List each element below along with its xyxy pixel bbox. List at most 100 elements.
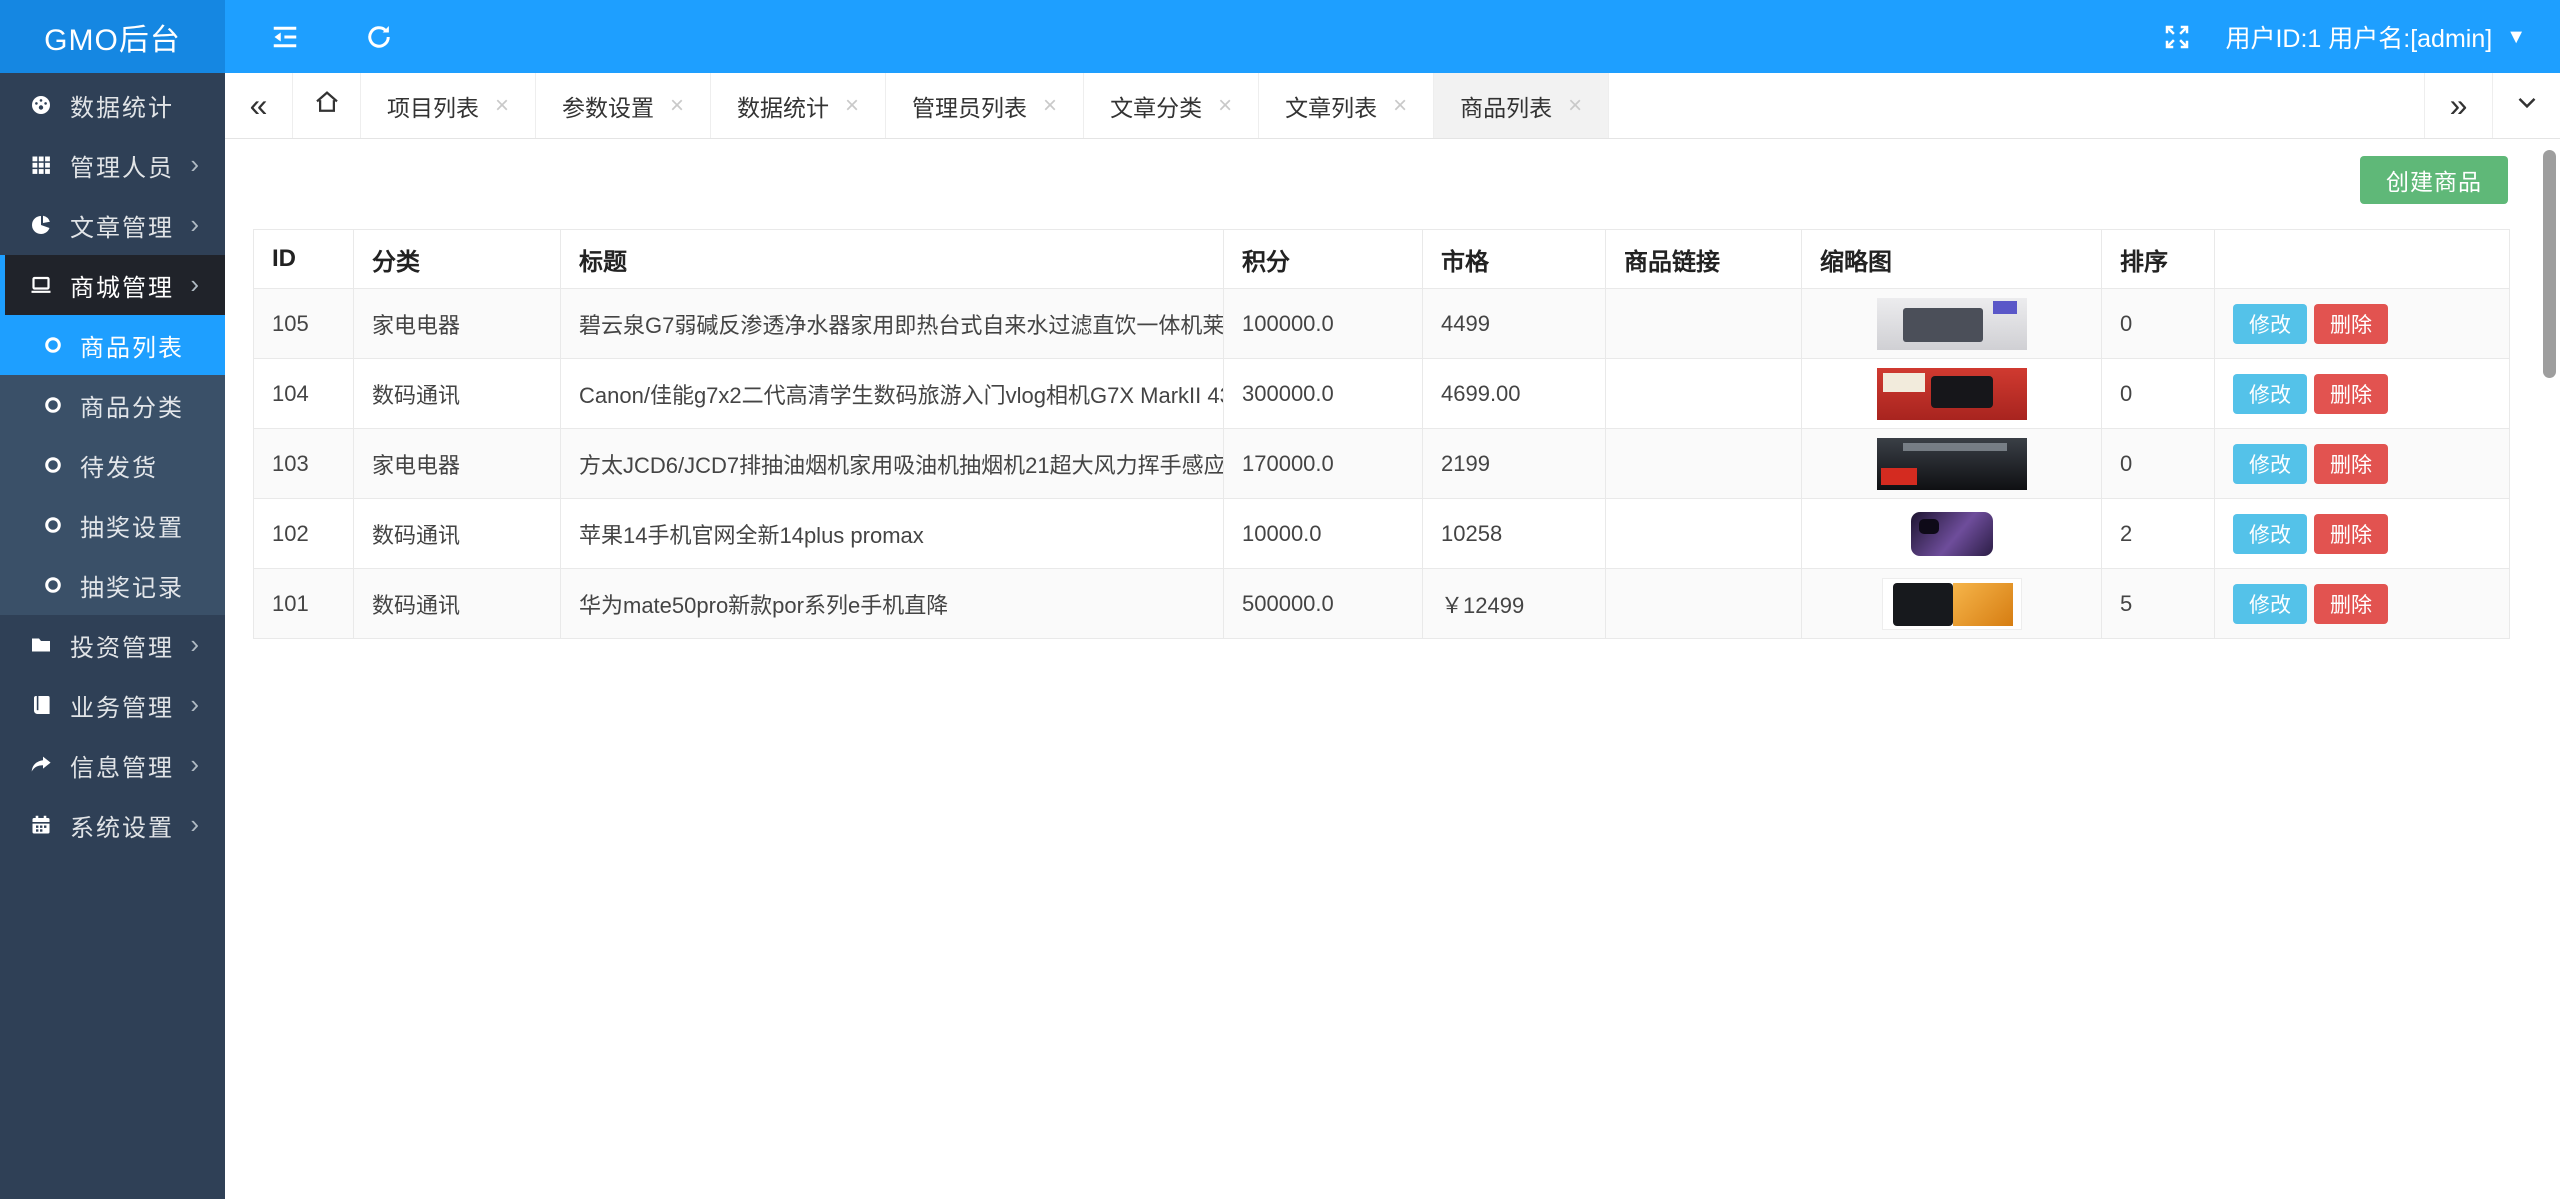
- cell-price: 4499: [1423, 289, 1606, 359]
- gauge-icon: [28, 92, 54, 118]
- chevron-right-icon: ›: [190, 151, 199, 177]
- cell-sort: 0: [2102, 429, 2215, 499]
- cell-title: 华为mate50pro新款por系列e手机直降: [561, 569, 1224, 639]
- sidebar-item-investment[interactable]: 投资管理 ›: [0, 615, 225, 675]
- tab-label: 项目列表: [387, 89, 479, 123]
- sidebar-item-system[interactable]: 系统设置 ›: [0, 795, 225, 855]
- cell-thumbnail: [1802, 289, 2102, 359]
- close-icon[interactable]: ×: [845, 94, 859, 118]
- sidebar-item-lottery-settings[interactable]: 抽奖设置: [0, 495, 225, 555]
- delete-button[interactable]: 删除: [2314, 514, 2388, 554]
- edit-button[interactable]: 修改: [2233, 584, 2307, 624]
- sidebar-item-articles[interactable]: 文章管理 ›: [0, 195, 225, 255]
- create-product-button[interactable]: 创建商品: [2360, 156, 2508, 204]
- chevron-right-icon: ›: [190, 631, 199, 657]
- sidebar-item-lottery-records[interactable]: 抽奖记录: [0, 555, 225, 615]
- thumb-layer: [1881, 468, 1917, 485]
- header-category: 分类: [354, 230, 561, 289]
- product-thumbnail: [1877, 298, 2027, 350]
- thumb-layer: [1993, 301, 2017, 314]
- tab-label: 商品列表: [1460, 89, 1552, 123]
- sidebar-item-product-category[interactable]: 商品分类: [0, 375, 225, 435]
- cell-sort: 5: [2102, 569, 2215, 639]
- pie-chart-icon: [28, 212, 54, 238]
- edit-button[interactable]: 修改: [2233, 514, 2307, 554]
- tab-article-category[interactable]: 文章分类 ×: [1084, 73, 1259, 138]
- sidebar-item-business[interactable]: 业务管理 ›: [0, 675, 225, 735]
- tab-project-list[interactable]: 项目列表 ×: [361, 73, 536, 138]
- cell-title: 苹果14手机官网全新14plus promax: [561, 499, 1224, 569]
- app-logo: GMO后台: [0, 0, 225, 73]
- grid-icon: [28, 152, 54, 178]
- cell-actions: 修改 删除: [2215, 359, 2510, 429]
- cell-thumbnail: [1802, 569, 2102, 639]
- product-table: ID 分类 标题 积分 市格 商品链接 缩略图 排序 105 家电电器 碧云泉G…: [253, 229, 2510, 639]
- close-icon[interactable]: ×: [1218, 94, 1232, 118]
- table-row: 101 数码通讯 华为mate50pro新款por系列e手机直降 500000.…: [254, 569, 2510, 639]
- tab-article-list[interactable]: 文章列表 ×: [1259, 73, 1434, 138]
- sidebar-item-admins[interactable]: 管理人员 ›: [0, 135, 225, 195]
- header-points: 积分: [1224, 230, 1423, 289]
- tab-product-list[interactable]: 商品列表 ×: [1434, 73, 1609, 138]
- cell-actions: 修改 删除: [2215, 429, 2510, 499]
- product-thumbnail: [1882, 578, 2022, 630]
- cell-product-link: [1606, 569, 1802, 639]
- sidebar-menu: 数据统计 管理人员 › 文章管理 › 商城管理: [0, 73, 225, 855]
- sidebar-item-label: 抽奖记录: [80, 568, 184, 603]
- tabs-menu-button[interactable]: [2492, 73, 2560, 138]
- collapse-sidebar-icon[interactable]: [267, 19, 303, 55]
- thumb-layer: [1903, 443, 2007, 451]
- cell-points: 100000.0: [1224, 289, 1423, 359]
- fullscreen-icon[interactable]: [2159, 19, 2195, 55]
- vertical-scrollbar[interactable]: [2543, 150, 2556, 378]
- delete-button[interactable]: 删除: [2314, 374, 2388, 414]
- cell-points: 170000.0: [1224, 429, 1423, 499]
- close-icon[interactable]: ×: [670, 94, 684, 118]
- folder-icon: [28, 632, 54, 658]
- edit-button[interactable]: 修改: [2233, 374, 2307, 414]
- chevron-down-icon: [2512, 87, 2542, 125]
- sidebar-item-pending-shipment[interactable]: 待发货: [0, 435, 225, 495]
- delete-button[interactable]: 删除: [2314, 584, 2388, 624]
- close-icon[interactable]: ×: [495, 94, 509, 118]
- sidebar-item-data-stats[interactable]: 数据统计: [0, 75, 225, 135]
- close-icon[interactable]: ×: [1393, 94, 1407, 118]
- cell-price: 4699.00: [1423, 359, 1606, 429]
- table-row: 104 数码通讯 Canon/佳能g7x2二代高清学生数码旅游入门vlog相机G…: [254, 359, 2510, 429]
- close-icon[interactable]: ×: [1043, 94, 1057, 118]
- chevron-right-icon: ›: [190, 691, 199, 717]
- cell-points: 500000.0: [1224, 569, 1423, 639]
- sidebar-item-info[interactable]: 信息管理 ›: [0, 735, 225, 795]
- thumb-layer: [1931, 376, 1993, 408]
- sidebar-item-mall[interactable]: 商城管理 ›: [0, 255, 225, 315]
- cell-title: 方太JCD6/JCD7排抽油烟机家用吸油机抽烟机21超大风力挥手感应: [561, 429, 1224, 499]
- tab-data-stats[interactable]: 数据统计 ×: [711, 73, 886, 138]
- delete-button[interactable]: 删除: [2314, 444, 2388, 484]
- edit-button[interactable]: 修改: [2233, 444, 2307, 484]
- tab-parameter-settings[interactable]: 参数设置 ×: [536, 73, 711, 138]
- cell-id: 101: [254, 569, 354, 639]
- tab-admin-list[interactable]: 管理员列表 ×: [886, 73, 1084, 138]
- cell-product-link: [1606, 289, 1802, 359]
- tabs-scroll-left-button[interactable]: «: [225, 73, 293, 138]
- cell-category: 家电电器: [354, 429, 561, 499]
- cell-price: ￥12499: [1423, 569, 1606, 639]
- edit-button[interactable]: 修改: [2233, 304, 2307, 344]
- home-tab-button[interactable]: [293, 73, 361, 138]
- cell-actions: 修改 删除: [2215, 569, 2510, 639]
- cell-id: 102: [254, 499, 354, 569]
- refresh-icon[interactable]: [361, 19, 397, 55]
- chevron-right-icon: ›: [190, 811, 199, 837]
- sidebar-item-product-list[interactable]: 商品列表: [0, 315, 225, 375]
- delete-button[interactable]: 删除: [2314, 304, 2388, 344]
- calendar-icon: [28, 812, 54, 838]
- circle-icon: [40, 332, 66, 358]
- tabs-scroll-right-button[interactable]: »: [2424, 73, 2492, 138]
- circle-icon: [40, 452, 66, 478]
- cell-id: 105: [254, 289, 354, 359]
- user-dropdown[interactable]: 用户ID:1 用户名:[admin] ▼: [2225, 19, 2526, 55]
- cell-category: 数码通讯: [354, 499, 561, 569]
- close-icon[interactable]: ×: [1568, 94, 1582, 118]
- laptop-icon: [28, 272, 54, 298]
- cell-actions: 修改 删除: [2215, 289, 2510, 359]
